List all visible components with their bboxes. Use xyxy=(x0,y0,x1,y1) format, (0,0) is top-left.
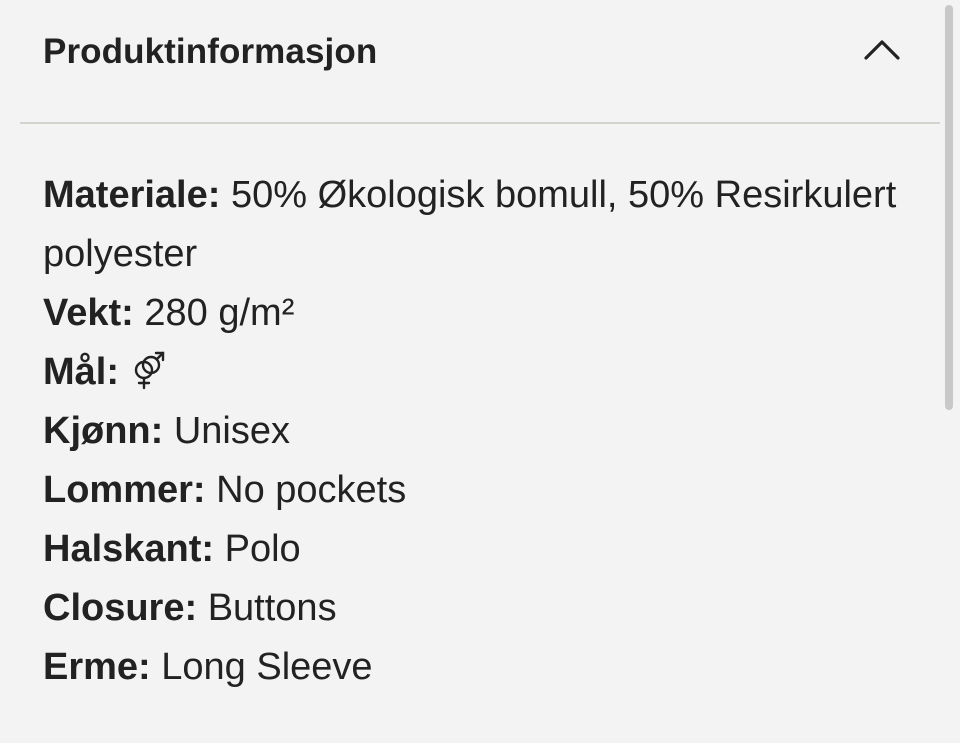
detail-sleeve: Erme: Long Sleeve xyxy=(43,638,903,697)
detail-value-pockets: No pockets xyxy=(216,469,407,511)
detail-value-gender: Unisex xyxy=(173,410,291,452)
detail-value-weight: 280 g/m² xyxy=(144,292,295,334)
detail-pockets: Lommer: No pockets xyxy=(43,461,903,520)
scrollbar-thumb[interactable] xyxy=(945,5,953,410)
detail-label-size: Mål: xyxy=(43,351,119,393)
detail-label-weight: Vekt: xyxy=(43,292,134,334)
gender-unisex-icon xyxy=(134,351,164,390)
detail-material: Materiale: 50% Økologisk bomull, 50% Res… xyxy=(43,166,903,284)
detail-label-material: Materiale: xyxy=(43,174,221,216)
detail-value-neckline: Polo xyxy=(224,528,301,570)
detail-gender: Kjønn: Unisex xyxy=(43,402,903,461)
product-details: Materiale: 50% Økologisk bomull, 50% Res… xyxy=(43,166,903,697)
detail-size: Mål: xyxy=(43,343,903,402)
detail-value-closure: Buttons xyxy=(207,587,337,629)
scrollbar[interactable] xyxy=(943,0,960,743)
detail-label-pockets: Lommer: xyxy=(43,469,206,511)
accordion-title: Produktinformasjon xyxy=(43,32,378,71)
detail-label-neckline: Halskant: xyxy=(43,528,215,570)
detail-label-sleeve: Erme: xyxy=(43,646,151,688)
accordion-header[interactable]: Produktinformasjon xyxy=(20,0,940,124)
detail-label-closure: Closure: xyxy=(43,587,198,629)
detail-weight: Vekt: 280 g/m² xyxy=(43,284,903,343)
detail-neckline: Halskant: Polo xyxy=(43,520,903,579)
chevron-up-icon[interactable] xyxy=(862,34,902,64)
detail-label-gender: Kjønn: xyxy=(43,410,164,452)
detail-closure: Closure: Buttons xyxy=(43,579,903,638)
product-info-panel: Produktinformasjon Materiale: 50% Økolog… xyxy=(0,0,944,743)
detail-value-sleeve: Long Sleeve xyxy=(161,646,373,688)
